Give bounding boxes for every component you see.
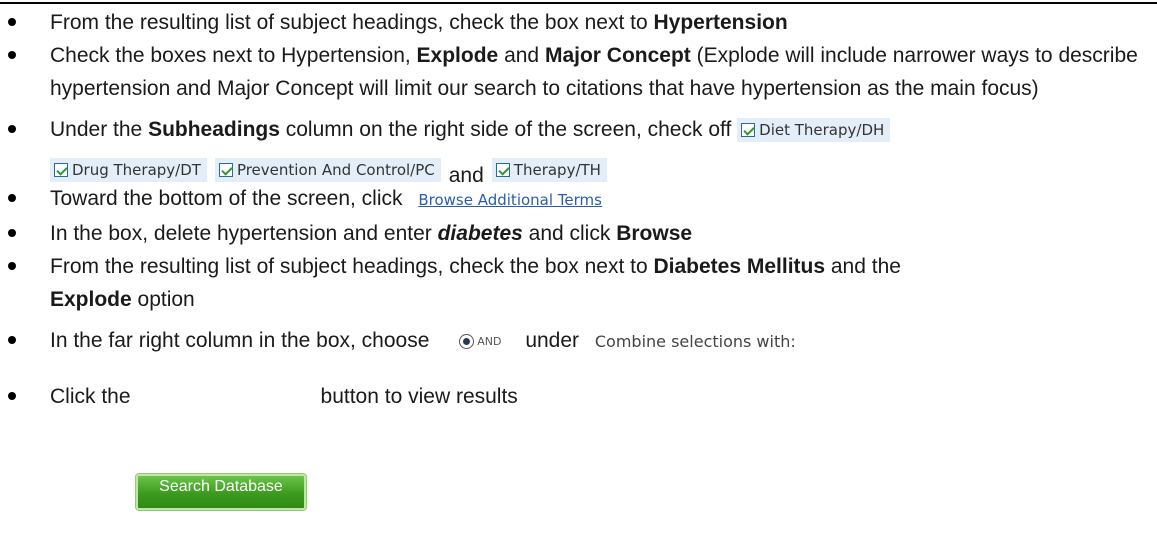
top-rule [0, 2, 1157, 4]
checkbox-checked-icon [218, 163, 233, 177]
step-bold: Hypertension [653, 11, 788, 34]
search-database-button[interactable]: Search Database [136, 474, 306, 510]
list-item: Under the Subheadings column on the righ… [0, 113, 1157, 146]
step-text: Toward the bottom of the screen, click [50, 187, 403, 210]
step-text: Check the boxes next to Hypertension, [50, 44, 417, 67]
step-text: and click [522, 222, 617, 245]
chip-label: Drug Therapy/DT [72, 161, 201, 179]
step-text: From the resulting list of subject headi… [50, 255, 654, 278]
step-bold: Browse [616, 222, 693, 245]
step-bold: Explode [50, 288, 132, 311]
subheading-chip-row: Drug Therapy/DT Prevention And Control/P… [0, 146, 1157, 187]
step-text: Under the [50, 118, 149, 141]
browse-additional-terms-link[interactable]: Browse Additional Terms [418, 191, 602, 209]
chip-label: Therapy/TH [513, 161, 601, 179]
drug-therapy-checkbox[interactable]: Drug Therapy/DT [50, 158, 207, 182]
and-radio-label: AND [477, 334, 502, 348]
bullet-icon [8, 336, 16, 344]
step-bold: Diabetes Mellitus [653, 255, 826, 278]
step-text: and the [825, 255, 901, 278]
list-item: From the resulting list of subject headi… [0, 6, 1157, 39]
bullet-icon [8, 262, 16, 270]
bullet-icon [8, 18, 16, 26]
step-text: In the far right column in the box, choo… [50, 329, 430, 352]
step-text: under [525, 329, 580, 352]
diet-therapy-checkbox[interactable]: Diet Therapy/DH [737, 118, 891, 143]
checkbox-checked-icon [741, 123, 756, 138]
therapy-checkbox[interactable]: Therapy/TH [491, 158, 607, 182]
chip-label: Prevention And Control/PC [236, 161, 435, 179]
step-bold: Explode [416, 44, 499, 67]
step-text: column on the right side of the screen, … [279, 118, 732, 141]
bullet-icon [8, 51, 16, 59]
step-bold-italic: diabetes [437, 222, 523, 245]
list-item: Check the boxes next to Hypertension, Ex… [0, 39, 1157, 105]
list-item: In the box, delete hypertension and ente… [0, 217, 1157, 250]
step-bold: Subheadings [148, 118, 280, 141]
list-item: From the resulting list of subject headi… [0, 250, 1157, 316]
step-text: option [131, 288, 195, 311]
step-text: From the resulting list of subject headi… [50, 11, 654, 34]
instruction-list: From the resulting list of subject headi… [0, 6, 1157, 413]
step-bold: Major Concept [544, 44, 691, 67]
chip-label: Diet Therapy/DH [759, 121, 885, 140]
bullet-icon [8, 229, 16, 237]
prevention-control-checkbox[interactable]: Prevention And Control/PC [214, 158, 441, 182]
checkbox-checked-icon [54, 163, 68, 177]
list-item: Toward the bottom of the screen, click B… [0, 182, 1157, 217]
step-text: and [498, 44, 545, 67]
list-item: In the far right column in the box, choo… [0, 324, 1157, 358]
bullet-icon [8, 392, 16, 400]
checkbox-checked-icon [495, 163, 510, 177]
step-text: In the box, delete hypertension and ente… [50, 222, 438, 245]
combine-selections-label: Combine selections with: [594, 332, 796, 351]
list-item: Click the button to view results [0, 380, 1157, 413]
step-text: Click the [50, 385, 131, 408]
bullet-icon [8, 125, 16, 133]
bullet-icon [8, 194, 16, 202]
and-radio-icon[interactable] [459, 333, 475, 349]
step-text: button to view results [320, 385, 518, 408]
